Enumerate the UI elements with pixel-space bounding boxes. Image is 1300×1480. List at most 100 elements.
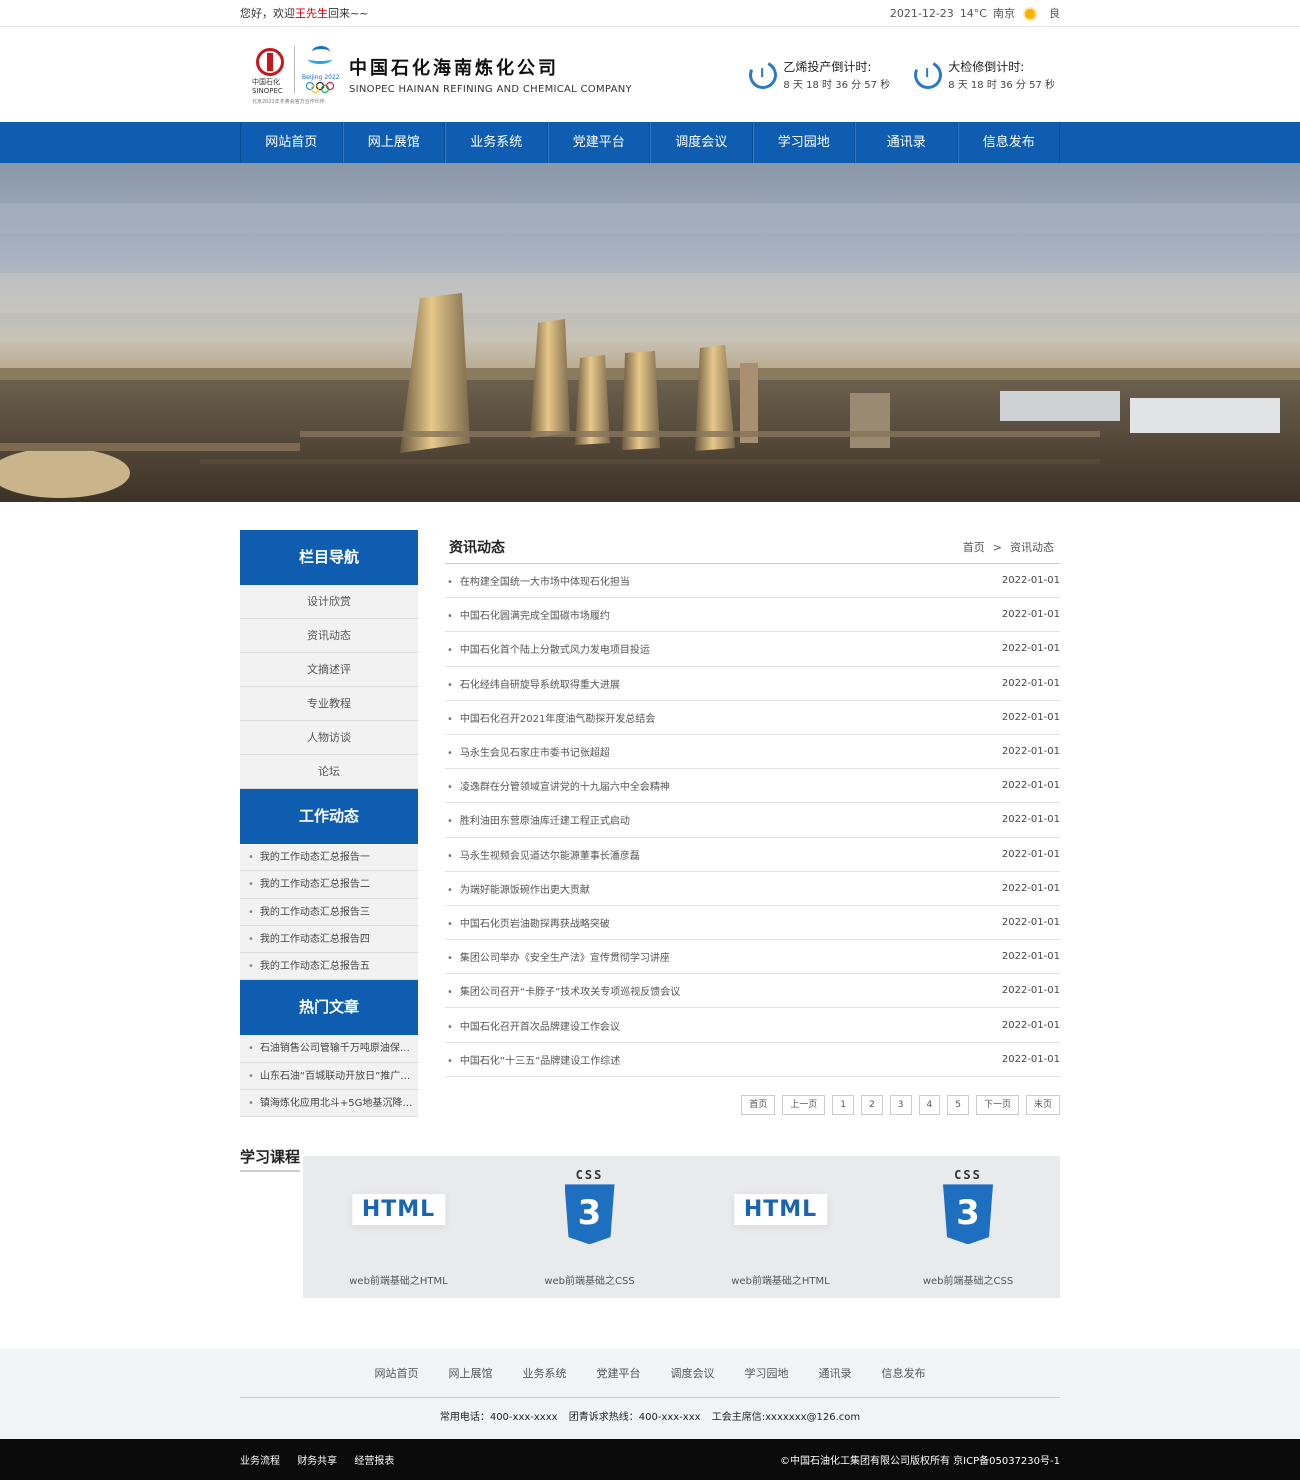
news-title[interactable]: 中国石化召开首次品牌建设工作会议 xyxy=(447,1018,620,1033)
nav-item-home[interactable]: 网站首页 xyxy=(240,122,343,163)
course-caption[interactable]: web前端基础之HTML xyxy=(685,1272,876,1287)
sidebar-item-news[interactable]: 资讯动态 xyxy=(240,619,418,653)
hot-article-item[interactable]: 镇海炼化应用北斗+5G地基沉降监… xyxy=(240,1090,418,1118)
news-row[interactable]: 集团公司举办《安全生产法》宣传贯彻学习讲座 2022-01-01 xyxy=(445,940,1060,975)
hot-article-item[interactable]: 山东石油“百城联动开放日”推广… xyxy=(240,1062,418,1091)
pager-button[interactable]: 末页 xyxy=(1025,1094,1060,1115)
footer-nav-item[interactable]: 业务系统 xyxy=(523,1365,567,1381)
news-row[interactable]: 中国石化召开2021年度油气勘探开发总结会 2022-01-01 xyxy=(445,701,1060,735)
pager-button[interactable]: 首页 xyxy=(741,1094,776,1115)
nav-item-meeting[interactable]: 调度会议 xyxy=(650,122,753,163)
news-row[interactable]: 中国石化首个陆上分散式风力发电项目投运 2022-01-01 xyxy=(445,632,1060,667)
bottom-bar: 业务流程 财务共享 经营报表 ©中国石油化工集团有限公司版权所有 京ICP备05… xyxy=(0,1439,1300,1480)
news-row[interactable]: 中国石化页岩油勘探再获战略突破 2022-01-01 xyxy=(445,906,1060,941)
footer-nav-item[interactable]: 学习园地 xyxy=(745,1365,789,1381)
course-caption[interactable]: web前端基础之CSS xyxy=(876,1272,1060,1287)
news-row[interactable]: 石化经纬自研旋导系统取得重大进展 2022-01-01 xyxy=(445,667,1060,701)
contact-phone: 常用电话：400-xxx-xxxx xyxy=(439,1412,558,1423)
news-title[interactable]: 在构建全国统一大市场中体现石化担当 xyxy=(447,573,630,588)
course-caption[interactable]: web前端基础之CSS xyxy=(494,1272,685,1287)
work-item[interactable]: 我的工作动态汇总报告二 xyxy=(240,871,418,899)
nav-item-exhibition[interactable]: 网上展馆 xyxy=(342,122,445,163)
footer-nav-item[interactable]: 网上展馆 xyxy=(449,1365,493,1381)
footer-nav-item[interactable]: 网站首页 xyxy=(375,1365,419,1381)
footer-nav-item[interactable]: 信息发布 xyxy=(882,1365,926,1381)
sidebar-item-interview[interactable]: 人物访谈 xyxy=(240,721,418,755)
sidebar-item-design[interactable]: 设计欣赏 xyxy=(240,585,418,619)
work-item[interactable]: 我的工作动态汇总报告三 xyxy=(240,898,418,926)
news-row[interactable]: 在构建全国统一大市场中体现石化担当 2022-01-01 xyxy=(445,564,1060,599)
news-title[interactable]: 石化经纬自研旋导系统取得重大进展 xyxy=(447,676,620,691)
pager-button[interactable]: 3 xyxy=(889,1094,912,1115)
news-row[interactable]: 凌逸群在分管领域宣讲党的十九届六中全会精神 2022-01-01 xyxy=(445,769,1060,804)
bottom-link-report[interactable]: 经营报表 xyxy=(354,1456,394,1467)
news-title[interactable]: 中国石化首个陆上分散式风力发电项目投运 xyxy=(447,641,650,656)
news-title[interactable]: 中国石化召开2021年度油气勘探开发总结会 xyxy=(447,710,655,725)
countdown-label: 乙烯投产倒计时: xyxy=(783,60,872,74)
pager-button[interactable]: 5 xyxy=(947,1094,969,1115)
news-title[interactable]: 马永生视频会见道达尔能源董事长潘彦磊 xyxy=(447,847,640,862)
news-row[interactable]: 中国石化“十三五”品牌建设工作综述 2022-01-01 xyxy=(445,1043,1060,1077)
bottom-link-process[interactable]: 业务流程 xyxy=(240,1456,280,1467)
sidebar-item-forum[interactable]: 论坛 xyxy=(240,755,418,789)
sinopec-logo-icon xyxy=(256,47,284,76)
news-date: 2022-01-01 xyxy=(1001,609,1060,621)
sidebar: 栏目导航 设计欣赏 资讯动态 文摘述评 专业教程 人物访谈 论坛 工作动态 我的… xyxy=(240,530,418,1118)
news-title[interactable]: 中国石化圆满完成全国碳市场履约 xyxy=(447,607,610,622)
pager-button[interactable]: 1 xyxy=(832,1094,855,1115)
nav-item-business[interactable]: 业务系统 xyxy=(445,122,548,163)
news-date: 2022-01-01 xyxy=(1001,643,1060,655)
css3-logo-icon: CSS 3 xyxy=(941,1168,995,1245)
work-item[interactable]: 我的工作动态汇总报告一 xyxy=(240,844,418,872)
footer-nav-item[interactable]: 调度会议 xyxy=(671,1365,715,1381)
news-row[interactable]: 为端好能源饭碗作出更大贡献 2022-01-01 xyxy=(445,872,1060,906)
nav-item-info[interactable]: 信息发布 xyxy=(957,122,1060,163)
site-logo[interactable]: 中国石化 SINOPEC Beijing 2022 北京2022年冬奥会官方合作… xyxy=(240,44,632,106)
news-row[interactable]: 中国石化圆满完成全国碳市场履约 2022-01-01 xyxy=(445,598,1060,633)
news-date: 2022-01-01 xyxy=(1001,1053,1060,1065)
course-card[interactable]: CSS 3 web前端基础之CSS xyxy=(494,1156,685,1299)
pager-button[interactable]: 上一页 xyxy=(782,1094,826,1115)
news-title[interactable]: 中国石化“十三五”品牌建设工作综述 xyxy=(447,1052,620,1067)
news-row[interactable]: 中国石化召开首次品牌建设工作会议 2022-01-01 xyxy=(445,1008,1060,1043)
user-name[interactable]: 王先生 xyxy=(295,7,328,20)
footer-nav-item[interactable]: 通讯录 xyxy=(819,1365,852,1381)
footer-nav-item[interactable]: 党建平台 xyxy=(597,1365,641,1381)
pager-button[interactable]: 2 xyxy=(861,1094,883,1115)
news-title[interactable]: 集团公司召开“卡脖子”技术攻关专项巡视反馈会议 xyxy=(447,983,680,998)
news-date: 2022-01-01 xyxy=(1001,1019,1060,1031)
news-title[interactable]: 中国石化页岩油勘探再获战略突破 xyxy=(447,915,610,930)
courses-section: 学习课程 HTML web前端基础之HTML CSS 3 web前端基础之CSS HTML… xyxy=(240,1142,1060,1299)
news-title[interactable]: 为端好能源饭碗作出更大贡献 xyxy=(447,881,590,896)
company-name-en: SINOPEC HAINAN REFINING AND CHEMICAL COM… xyxy=(349,84,632,95)
course-card[interactable]: CSS 3 web前端基础之CSS xyxy=(876,1156,1060,1299)
course-card[interactable]: HTML web前端基础之HTML xyxy=(685,1156,876,1299)
news-row[interactable]: 胜利油田东营原油库迁建工程正式启动 2022-01-01 xyxy=(445,803,1060,838)
nav-item-party[interactable]: 党建平台 xyxy=(547,122,650,163)
news-row[interactable]: 马永生会见石家庄市委书记张超超 2022-01-01 xyxy=(445,735,1060,770)
nav-item-learning[interactable]: 学习园地 xyxy=(752,122,855,163)
hot-article-item[interactable]: 石油销售公司管输千万吨原油保供应 xyxy=(240,1035,418,1063)
course-card[interactable]: HTML web前端基础之HTML xyxy=(303,1156,494,1299)
news-date: 2022-01-01 xyxy=(1001,575,1060,587)
course-caption[interactable]: web前端基础之HTML xyxy=(303,1272,494,1287)
news-row[interactable]: 马永生视频会见道达尔能源董事长潘彦磊 2022-01-01 xyxy=(445,838,1060,872)
countdowns: 乙烯投产倒计时: 8 天 18 时 36 分 57 秒 大检修倒计时: 8 天 … xyxy=(745,56,1055,93)
sidebar-item-digest[interactable]: 文摘述评 xyxy=(240,653,418,687)
news-title[interactable]: 凌逸群在分管领域宣讲党的十九届六中全会精神 xyxy=(447,778,670,793)
clock-icon xyxy=(745,56,782,93)
bottom-link-finance[interactable]: 财务共享 xyxy=(297,1456,337,1467)
countdown-value: 8 天 18 时 36 分 57 秒 xyxy=(783,80,891,91)
pager-button[interactable]: 下一页 xyxy=(975,1094,1019,1115)
pager-button[interactable]: 4 xyxy=(918,1094,941,1115)
news-title[interactable]: 马永生会见石家庄市委书记张超超 xyxy=(447,744,610,759)
work-item[interactable]: 我的工作动态汇总报告五 xyxy=(240,953,418,981)
news-title[interactable]: 胜利油田东营原油库迁建工程正式启动 xyxy=(447,812,630,827)
news-row[interactable]: 集团公司召开“卡脖子”技术攻关专项巡视反馈会议 2022-01-01 xyxy=(445,974,1060,1009)
news-title[interactable]: 集团公司举办《安全生产法》宣传贯彻学习讲座 xyxy=(447,949,670,964)
work-item[interactable]: 我的工作动态汇总报告四 xyxy=(240,925,418,954)
breadcrumb-home[interactable]: 首页 xyxy=(963,541,985,554)
bottom-links: 业务流程 财务共享 经营报表 xyxy=(240,1452,408,1467)
nav-item-contacts[interactable]: 通讯录 xyxy=(855,122,958,163)
sidebar-item-tutorial[interactable]: 专业教程 xyxy=(240,687,418,721)
